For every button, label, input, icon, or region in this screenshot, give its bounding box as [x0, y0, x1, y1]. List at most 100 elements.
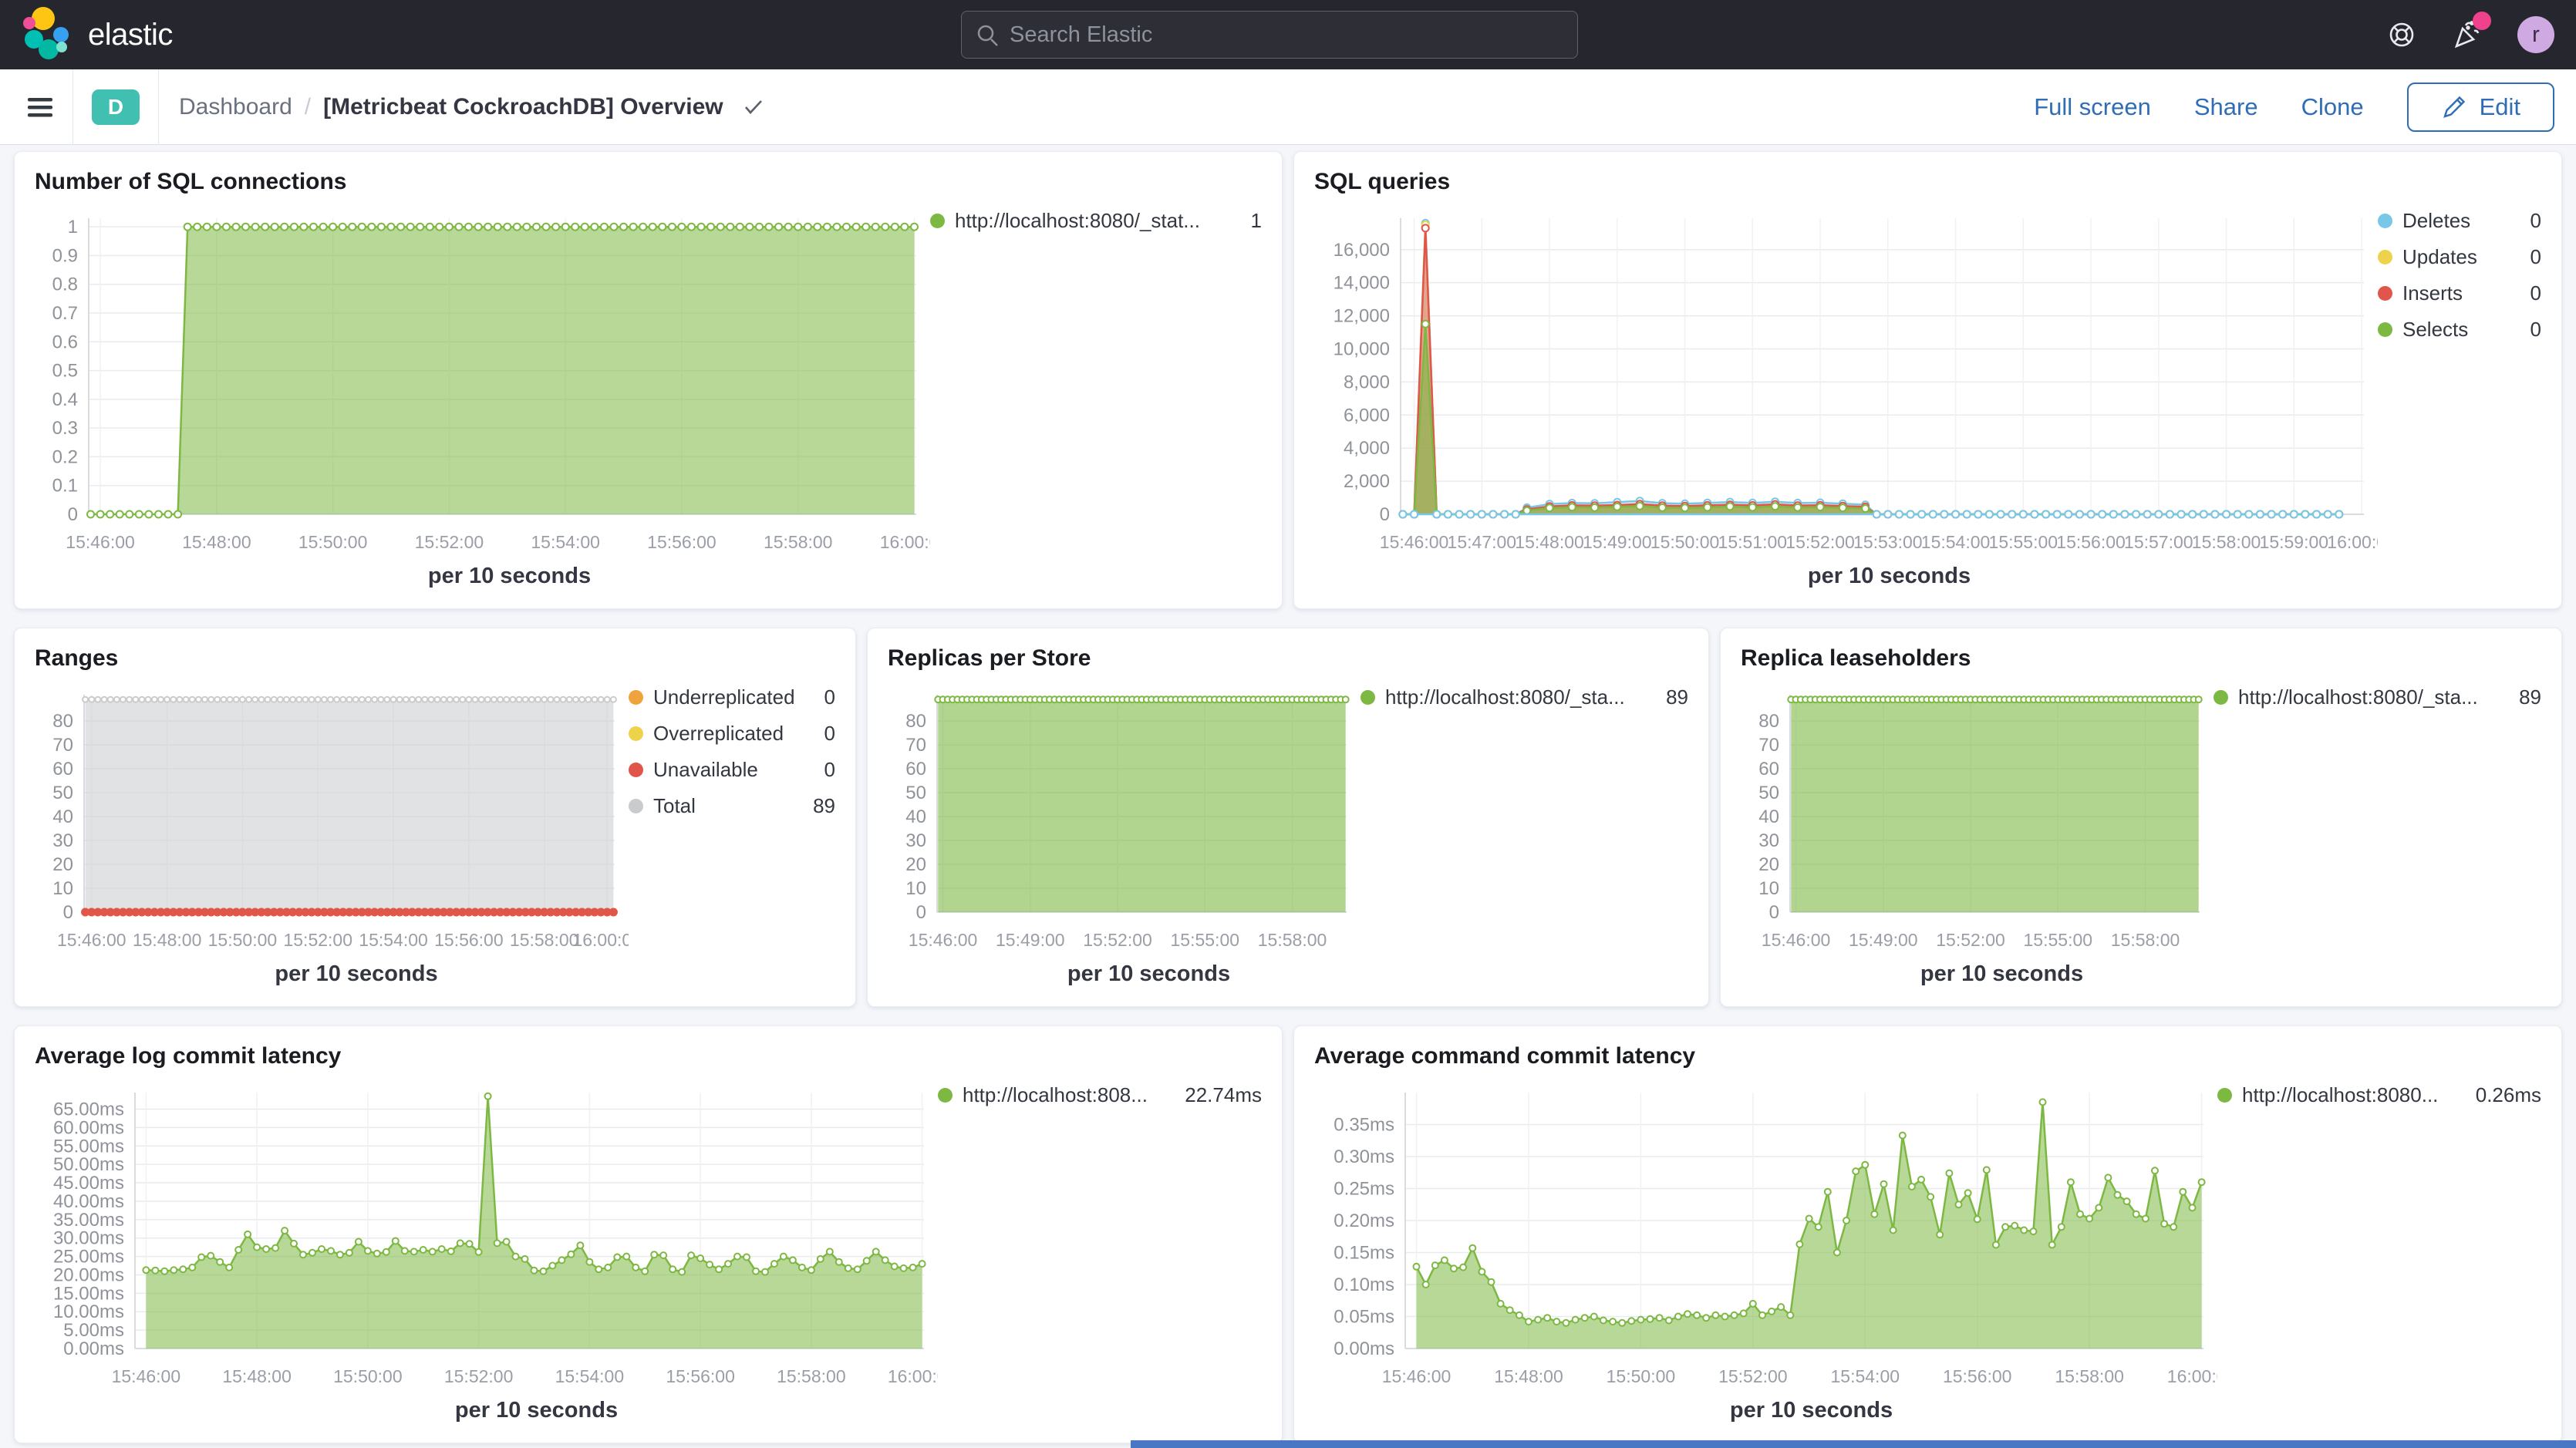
svg-text:15:47:00: 15:47:00 [1448, 532, 1517, 552]
svg-text:15:46:00: 15:46:00 [1380, 532, 1449, 552]
legend-item[interactable]: Inserts0 [2378, 281, 2541, 305]
legend-value: 22.74ms [1178, 1083, 1262, 1107]
svg-text:15:56:00: 15:56:00 [647, 532, 716, 552]
full-screen-button[interactable]: Full screen [2034, 93, 2151, 121]
svg-text:15:58:00: 15:58:00 [764, 532, 833, 552]
legend-value: 0 [2524, 318, 2541, 342]
legend-item[interactable]: Unavailable0 [629, 758, 835, 782]
legend-item[interactable]: Deletes0 [2378, 209, 2541, 233]
divider [72, 69, 73, 145]
svg-text:0.3: 0.3 [52, 418, 78, 439]
svg-text:15:58:00: 15:58:00 [2111, 930, 2180, 950]
svg-text:35.00ms: 35.00ms [53, 1210, 124, 1231]
svg-text:30: 30 [905, 830, 926, 851]
legend-label: Overreplicated [653, 722, 784, 746]
svg-text:60: 60 [52, 759, 73, 780]
global-search[interactable] [961, 11, 1578, 59]
share-button[interactable]: Share [2194, 93, 2258, 121]
breadcrumb-dashboard[interactable]: Dashboard [179, 94, 292, 120]
svg-text:10: 10 [905, 878, 926, 899]
lifebuoy-icon [2385, 18, 2419, 52]
svg-text:50: 50 [1758, 783, 1779, 803]
legend-dot-icon [629, 763, 643, 777]
legend-item[interactable]: Underreplicated0 [629, 685, 835, 709]
legend-label: http://localhost:8080/_sta... [2238, 685, 2478, 709]
elastic-logo-icon [20, 5, 76, 65]
svg-text:40: 40 [905, 807, 926, 827]
legend-item[interactable]: Total89 [629, 794, 835, 818]
edit-button[interactable]: Edit [2407, 83, 2554, 132]
svg-text:50.00ms: 50.00ms [53, 1154, 124, 1175]
legend-label: Deletes [2402, 209, 2470, 233]
svg-text:0.35ms: 0.35ms [1334, 1115, 1394, 1136]
legend-dot-icon [2217, 1088, 2232, 1103]
chart-replicas-per-store[interactable]: 0102030405060708015:46:0015:49:0015:52:0… [888, 675, 1360, 961]
chart-ranges[interactable]: 0102030405060708015:46:0015:48:0015:50:0… [35, 675, 629, 961]
svg-text:15:52:00: 15:52:00 [1785, 532, 1855, 552]
user-avatar[interactable]: r [2517, 16, 2554, 53]
svg-text:15:48:00: 15:48:00 [182, 532, 251, 552]
chart-legend: http://localhost:808...22.74ms [938, 1073, 1262, 1433]
svg-text:0.25ms: 0.25ms [1334, 1179, 1394, 1200]
toolbar-actions: Full screen Share Clone Edit [2034, 83, 2554, 132]
legend-label: Total [653, 794, 696, 818]
svg-text:30.00ms: 30.00ms [53, 1228, 124, 1249]
svg-text:15:46:00: 15:46:00 [1762, 930, 1831, 950]
svg-text:15:48:00: 15:48:00 [222, 1366, 292, 1386]
legend-label: Inserts [2402, 281, 2463, 305]
legend-item[interactable]: Updates0 [2378, 245, 2541, 269]
svg-text:15:46:00: 15:46:00 [66, 532, 135, 552]
svg-text:16:00:00: 16:00:00 [2327, 532, 2378, 552]
svg-text:15:46:00: 15:46:00 [1382, 1366, 1452, 1386]
dashboard-toolbar: D Dashboard / [Metricbeat CockroachDB] O… [0, 69, 2576, 145]
svg-text:15:46:00: 15:46:00 [909, 930, 978, 950]
legend-item[interactable]: http://localhost:8080/_stat...1 [930, 209, 1262, 233]
svg-text:0: 0 [1769, 902, 1779, 923]
chart-average-command-commit-latency[interactable]: 0.00ms0.05ms0.10ms0.15ms0.20ms0.25ms0.30… [1314, 1073, 2217, 1398]
svg-text:10: 10 [1758, 878, 1779, 899]
svg-text:15:54:00: 15:54:00 [555, 1366, 625, 1386]
svg-text:0.00ms: 0.00ms [63, 1339, 124, 1359]
elastic-logo[interactable]: elastic [0, 5, 173, 65]
chart-legend: Deletes0Updates0Inserts0Selects0 [2378, 198, 2541, 599]
svg-text:15:54:00: 15:54:00 [1921, 532, 1991, 552]
chart-number-of-sql-connections[interactable]: 00.10.20.30.40.50.60.70.80.9115:46:0015:… [35, 198, 930, 564]
menu-button[interactable] [22, 69, 72, 144]
panel-average-log-commit-latency: Average log commit latency 0.00ms5.00ms1… [14, 1025, 1283, 1443]
legend-item[interactable]: http://localhost:8080...0.26ms [2217, 1083, 2541, 1107]
panel-sql-queries: SQL queries 02,0004,0006,0008,00010,0001… [1293, 151, 2562, 609]
search-input[interactable] [961, 11, 1578, 59]
clone-button[interactable]: Clone [2301, 93, 2364, 121]
nav-right: r [2385, 16, 2576, 53]
panel-title: Average command commit latency [1314, 1043, 2541, 1069]
svg-text:15:55:00: 15:55:00 [1171, 930, 1240, 950]
svg-text:50: 50 [52, 783, 73, 803]
svg-text:15:52:00: 15:52:00 [415, 532, 484, 552]
page-title: [Metricbeat CockroachDB] Overview [323, 94, 723, 120]
dashboard-grid: Number of SQL connections 00.10.20.30.40… [0, 145, 2576, 1443]
legend-item[interactable]: http://localhost:8080/_sta...89 [2214, 685, 2541, 709]
svg-text:0.7: 0.7 [52, 303, 78, 324]
help-button[interactable] [2385, 18, 2419, 52]
horizontal-scrollbar[interactable] [1131, 1440, 2576, 1448]
legend-item[interactable]: Overreplicated0 [629, 722, 835, 746]
panel-title: Average log commit latency [35, 1043, 1262, 1069]
title-check-icon[interactable] [743, 99, 764, 116]
legend-item[interactable]: http://localhost:808...22.74ms [938, 1083, 1262, 1107]
svg-text:15:56:00: 15:56:00 [2056, 532, 2126, 552]
legend-item[interactable]: http://localhost:8080/_sta...89 [1360, 685, 1688, 709]
chart-replica-leaseholders[interactable]: 0102030405060708015:46:0015:49:0015:52:0… [1741, 675, 2214, 961]
chart-average-log-commit-latency[interactable]: 0.00ms5.00ms10.00ms15.00ms20.00ms25.00ms… [35, 1073, 938, 1398]
chart-sql-queries[interactable]: 02,0004,0006,0008,00010,00012,00014,0001… [1314, 198, 2378, 564]
legend-dot-icon [2378, 250, 2392, 264]
svg-text:30: 30 [1758, 830, 1779, 851]
svg-text:0: 0 [63, 902, 73, 923]
legend-dot-icon [2214, 690, 2228, 705]
svg-text:0.8: 0.8 [52, 274, 78, 295]
space-badge[interactable]: D [92, 89, 140, 125]
legend-item[interactable]: Selects0 [2378, 318, 2541, 342]
newsfeed-button[interactable] [2451, 18, 2485, 52]
svg-text:15:58:00: 15:58:00 [1258, 930, 1327, 950]
svg-text:55.00ms: 55.00ms [53, 1136, 124, 1157]
panel-replica-leaseholders: Replica leaseholders 0102030405060708015… [1720, 628, 2562, 1007]
